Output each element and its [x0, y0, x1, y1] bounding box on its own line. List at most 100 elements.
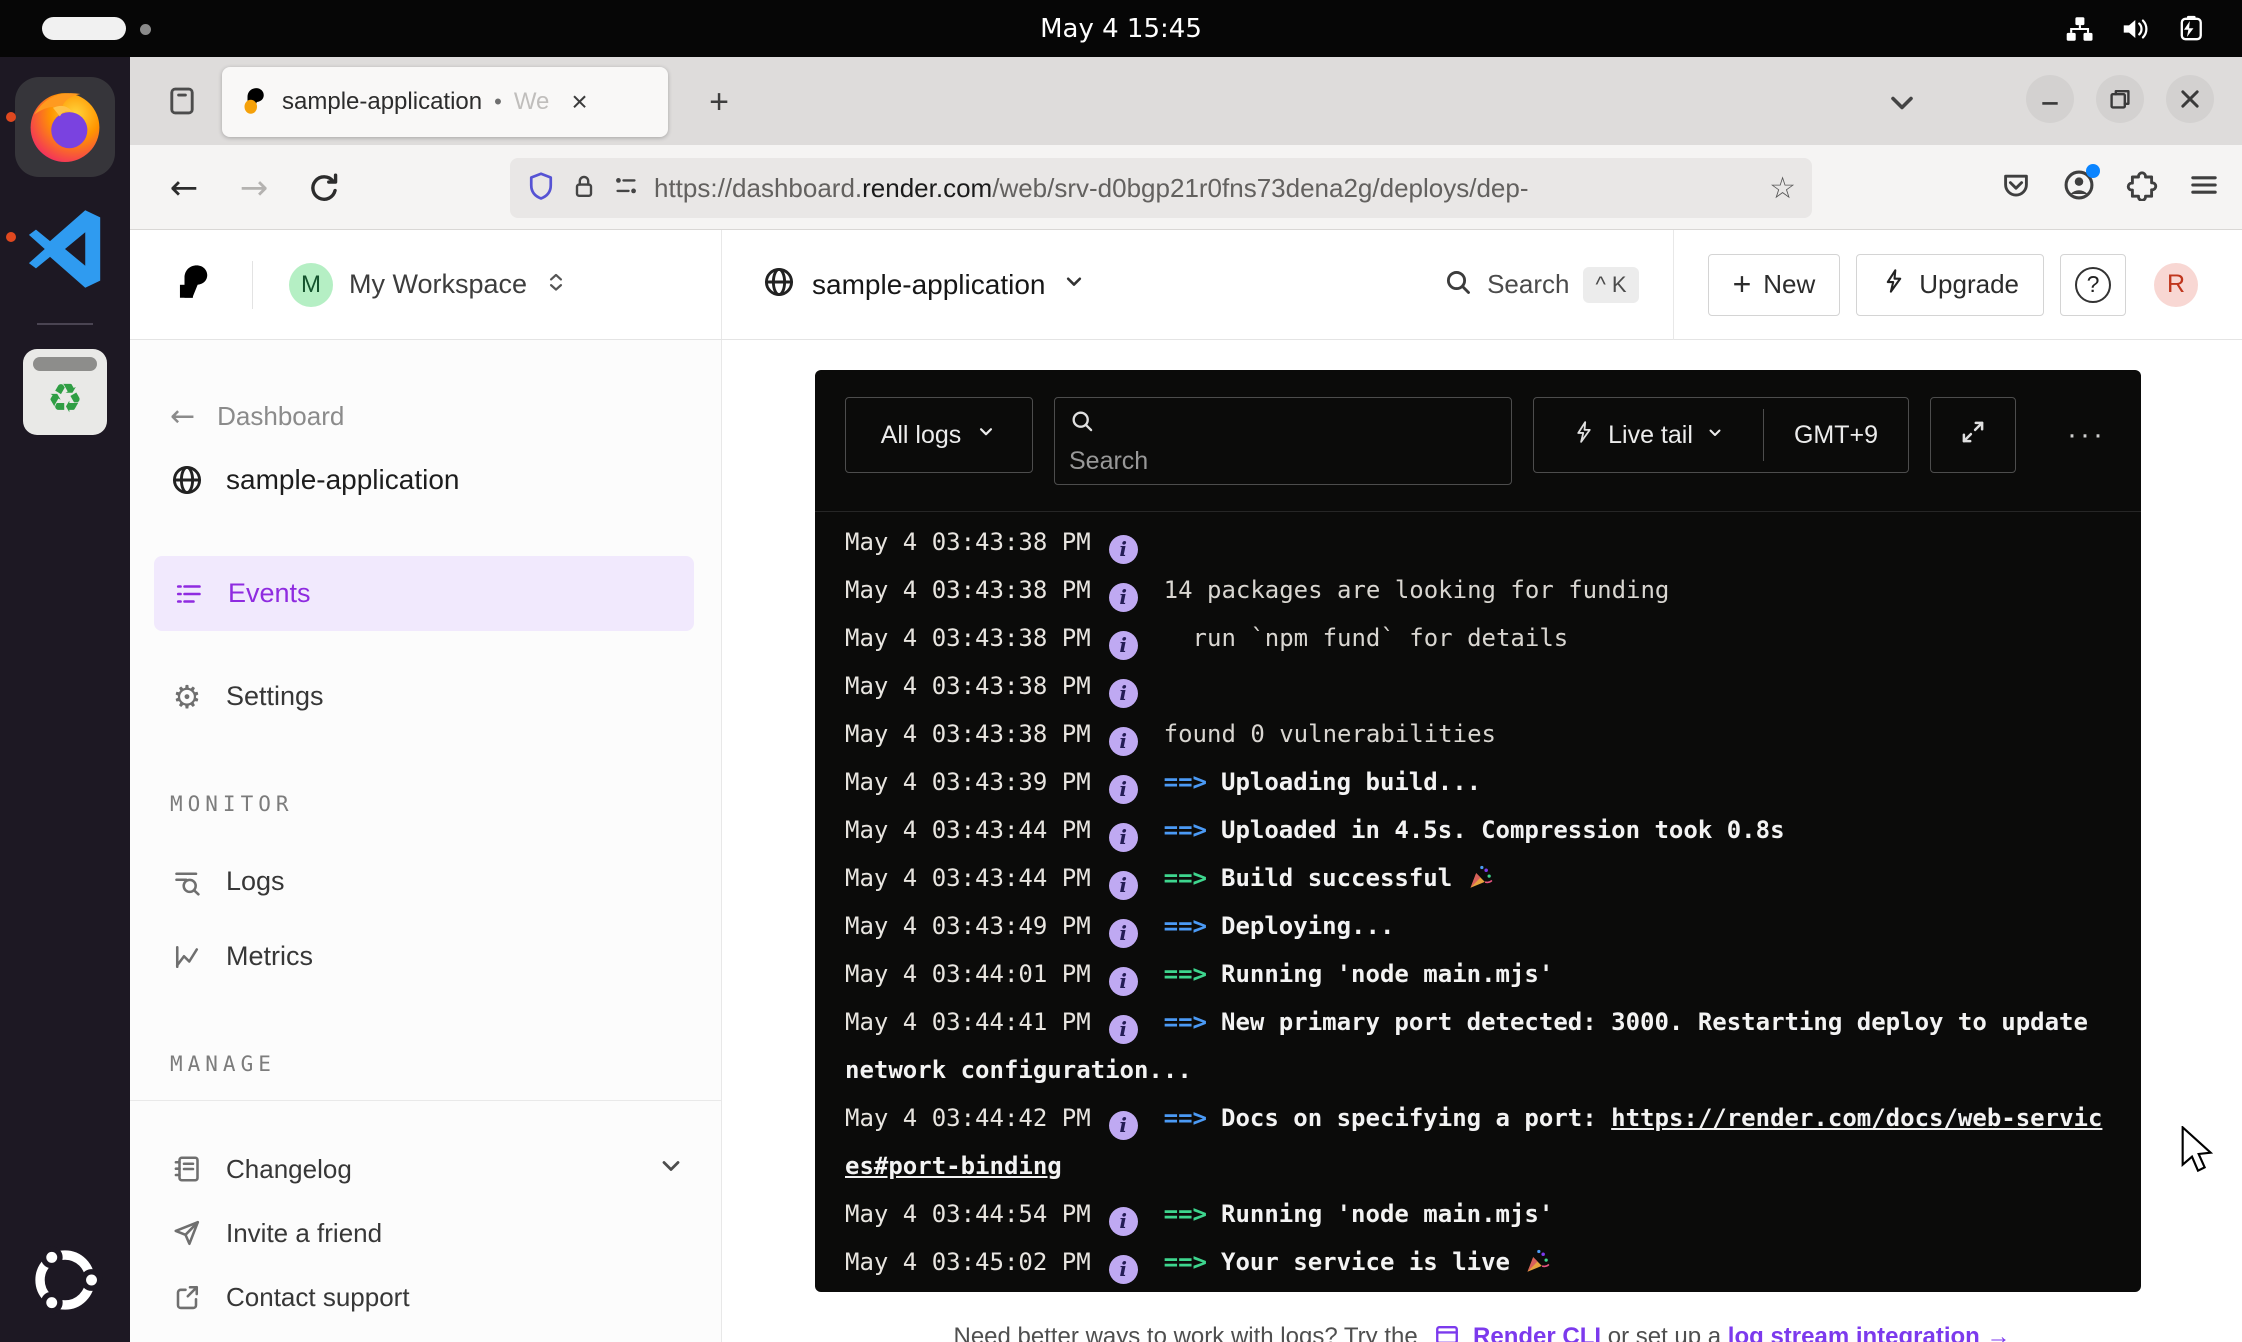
sidebar-item-contact-support[interactable]: Contact support: [130, 1265, 721, 1329]
log-timestamp: May 4 03:43:38 PM: [845, 720, 1091, 748]
extensions-puzzle-icon[interactable]: [2126, 169, 2158, 206]
tab-close-button[interactable]: ×: [571, 88, 587, 116]
log-row: May 4 03:43:49 PMi==>Deploying...: [845, 902, 2111, 950]
sidebar-item-label: Settings: [226, 681, 324, 712]
info-icon: i: [1109, 679, 1138, 708]
user-avatar[interactable]: R: [2154, 263, 2198, 307]
log-stream-integration-link[interactable]: log stream integration →: [1728, 1323, 2011, 1342]
new-button[interactable]: + New: [1708, 254, 1841, 316]
back-button[interactable]: ←: [156, 145, 212, 230]
global-search[interactable]: Search ^ K: [1443, 267, 1639, 303]
log-message: 14 packages are looking for funding: [1164, 576, 1670, 604]
sidebar-item-invite[interactable]: Invite a friend: [130, 1201, 721, 1265]
system-clock[interactable]: May 4 15:45: [0, 14, 2242, 44]
info-icon: i: [1109, 631, 1138, 660]
back-arrow-icon: ←: [170, 399, 195, 434]
permissions-icon[interactable]: [612, 172, 640, 205]
sidebar-item-metrics[interactable]: Metrics: [130, 919, 721, 994]
log-message: ==>Uploaded in 4.5s. Compression took 0.…: [1164, 816, 1785, 844]
new-tab-button[interactable]: +: [696, 79, 742, 125]
sidebar-item-events[interactable]: Events: [154, 556, 694, 631]
fullscreen-expand-button[interactable]: [1930, 397, 2016, 473]
container-tabs-icon[interactable]: [160, 81, 204, 121]
question-icon: ?: [2075, 267, 2111, 303]
sidebar-back-dashboard[interactable]: ← Dashboard: [130, 394, 721, 438]
log-arrow: ==>: [1164, 816, 1207, 844]
sidebar-item-label: Metrics: [226, 941, 313, 972]
menu-hamburger-icon[interactable]: [2188, 169, 2220, 206]
dock-firefox[interactable]: [0, 57, 130, 177]
tab-list-chevron-icon[interactable]: [1884, 85, 1920, 126]
log-row: May 4 03:43:38 PMi run `npm fund` for de…: [845, 614, 2111, 662]
terminal-icon: [1434, 1327, 1460, 1342]
restore-button[interactable]: [2096, 75, 2144, 123]
forward-button[interactable]: →: [226, 145, 282, 230]
log-timestamp: May 4 03:43:44 PM: [845, 864, 1091, 892]
search-placeholder: Search: [1069, 447, 1497, 476]
dock-vscode[interactable]: [0, 177, 130, 297]
system-top-bar: May 4 15:45: [0, 0, 2242, 57]
minimize-button[interactable]: [2026, 75, 2074, 123]
upgrade-button[interactable]: Upgrade: [1856, 254, 2044, 316]
log-arrow: ==>: [1164, 960, 1207, 988]
chevron-down-icon: [657, 1152, 685, 1187]
up-down-chevron-icon: [543, 269, 569, 300]
pocket-icon[interactable]: [2000, 169, 2032, 206]
workspace-selector[interactable]: M My Workspace: [289, 263, 569, 307]
more-options-button[interactable]: ···: [2067, 397, 2106, 473]
info-icon: i: [1109, 583, 1138, 612]
search-shortcut-badge: ^ K: [1583, 267, 1638, 303]
info-icon: i: [1109, 727, 1138, 756]
tab-bar: sample-application • We × +: [130, 57, 2242, 145]
info-icon: i: [1109, 1207, 1138, 1236]
browser-window: sample-application • We × + ← → https://…: [130, 57, 2242, 1342]
log-row: May 4 03:43:44 PMi==>Build successful: [845, 854, 2111, 902]
search-label: Search: [1487, 269, 1569, 300]
main-content: All logs Search Live tail: [722, 340, 2242, 1342]
globe-icon: [762, 265, 796, 304]
url-text[interactable]: https://dashboard.render.com/web/srv-d0b…: [654, 173, 1755, 204]
log-search-input[interactable]: Search: [1054, 397, 1512, 485]
tracking-shield-icon[interactable]: [526, 171, 556, 206]
log-row: May 4 03:44:54 PMi==>Running 'node main.…: [845, 1190, 2111, 1238]
dock-trash[interactable]: ♻: [0, 325, 130, 435]
help-button[interactable]: ?: [2060, 254, 2126, 316]
info-icon: i: [1109, 775, 1138, 804]
bookmark-star-icon[interactable]: ☆: [1769, 171, 1796, 206]
close-button[interactable]: [2166, 75, 2214, 123]
system-tray[interactable]: [2064, 0, 2208, 57]
lock-icon[interactable]: [570, 172, 598, 205]
live-tail-group: Live tail GMT+9: [1533, 397, 1909, 473]
account-notification-dot: [2086, 164, 2100, 178]
log-filter-dropdown[interactable]: All logs: [845, 397, 1033, 473]
network-icon: [2064, 14, 2094, 44]
log-message: ==>Uploading build...: [1164, 768, 1481, 796]
globe-icon: [170, 461, 204, 499]
log-row: May 4 03:43:38 PMi: [845, 518, 2111, 566]
sidebar-service-name[interactable]: sample-application: [130, 454, 721, 506]
log-message: ==>Deploying...: [1164, 912, 1395, 940]
render-cli-link[interactable]: Render CLI: [1473, 1323, 1601, 1342]
lightning-icon: [1881, 268, 1907, 301]
log-row: May 4 03:43:39 PMi==>Uploading build...: [845, 758, 2111, 806]
sidebar-section-monitor: MONITOR: [130, 792, 721, 824]
sidebar-item-logs[interactable]: Logs: [130, 844, 721, 919]
tab-title-truncated: We: [514, 88, 550, 116]
account-icon[interactable]: [2062, 168, 2096, 207]
log-timestamp: May 4 03:43:38 PM: [845, 624, 1091, 652]
service-selector[interactable]: sample-application: [762, 265, 1087, 304]
firefox-icon: [22, 82, 108, 173]
sidebar-item-settings[interactable]: ⚙ Settings: [130, 659, 721, 734]
sidebar-item-changelog[interactable]: Changelog: [130, 1137, 721, 1201]
ubuntu-logo-icon[interactable]: [26, 1241, 104, 1324]
timezone-button[interactable]: GMT+9: [1764, 421, 1908, 450]
url-bar[interactable]: https://dashboard.render.com/web/srv-d0b…: [510, 158, 1812, 218]
party-popper-icon: [1524, 1248, 1551, 1276]
running-indicator: [6, 232, 16, 242]
changelog-notebook-icon: [170, 1154, 204, 1184]
reload-button[interactable]: [296, 145, 352, 230]
live-tail-dropdown[interactable]: Live tail: [1534, 398, 1763, 472]
browser-tab[interactable]: sample-application • We ×: [222, 67, 668, 137]
render-logo[interactable]: [174, 261, 216, 308]
paper-plane-icon: [170, 1218, 204, 1248]
